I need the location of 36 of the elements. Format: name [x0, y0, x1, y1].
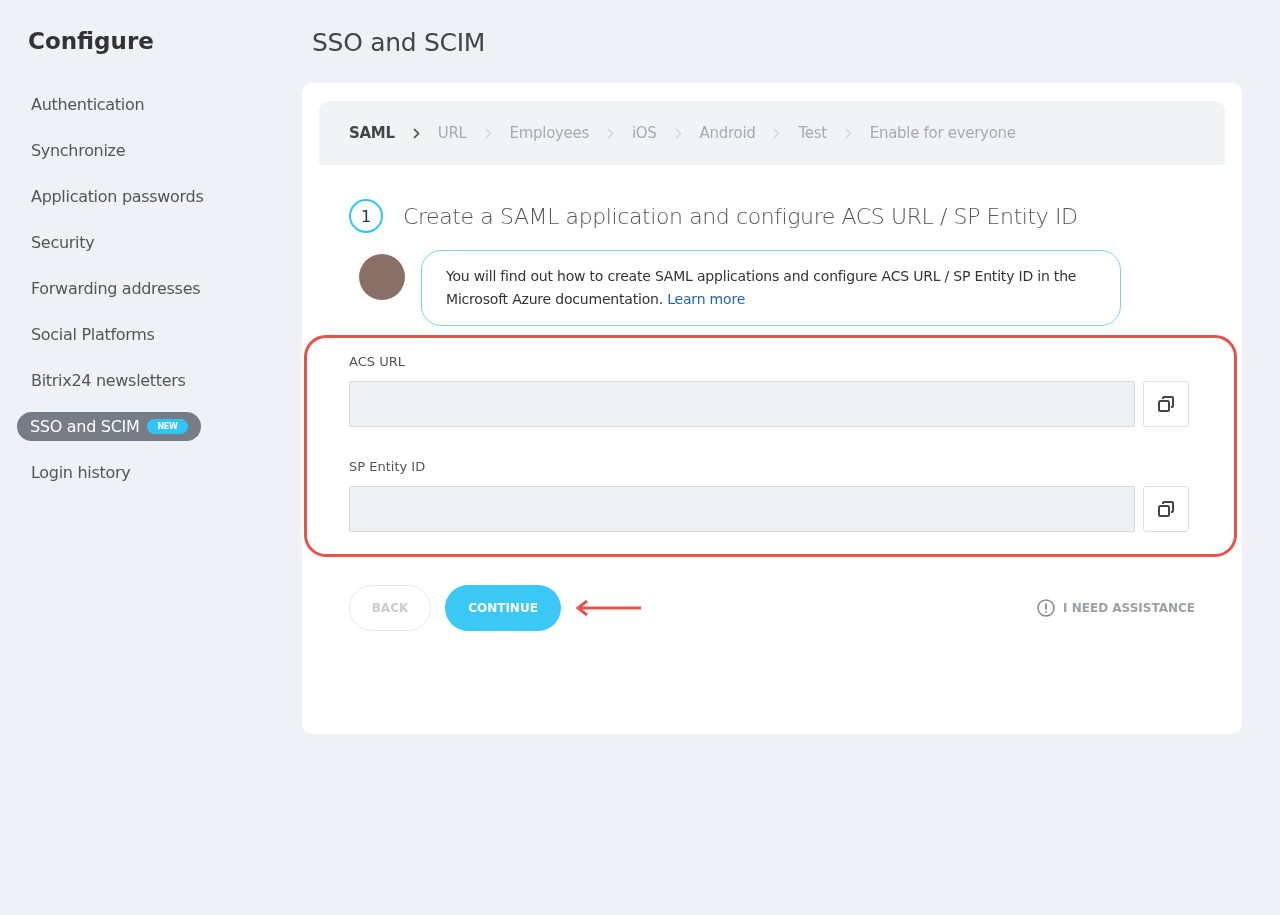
copy-button[interactable] — [1143, 381, 1189, 427]
new-badge: NEW — [147, 419, 188, 434]
step-tab[interactable]: SAML — [349, 124, 395, 142]
assistance-text: I NEED ASSISTANCE — [1063, 601, 1195, 615]
sidebar-item[interactable]: Security — [17, 228, 109, 257]
sidebar-item[interactable]: Synchronize — [17, 136, 140, 165]
chevron-icon — [484, 127, 492, 139]
avatar-placeholder — [359, 254, 405, 300]
item-label: SSO and SCIM — [30, 416, 140, 438]
input-field[interactable] — [349, 381, 1135, 427]
step-title: Create a SAML application and configure ACS URL / SP Entity ID — [403, 203, 1078, 229]
field-label: ACS URL — [349, 354, 406, 369]
chevron-icon — [412, 127, 420, 139]
chevron-icon — [674, 127, 682, 139]
sidebar-item[interactable]: Bitrix24 newsletters — [17, 366, 200, 395]
sidebar-item[interactable]: Forwarding addresses — [17, 274, 215, 303]
step-number: 1 — [349, 199, 383, 233]
copy-button[interactable] — [1143, 486, 1189, 532]
page-title: SSO and SCIM — [312, 28, 486, 57]
arrow-icon — [575, 600, 643, 616]
learn-more-link[interactable]: Learn more — [667, 291, 746, 307]
copy-icon — [1157, 395, 1175, 413]
sidebar-item[interactable]: Social Platforms — [17, 320, 169, 349]
sidebar-title: Configure — [28, 28, 155, 54]
sidebar-item[interactable]: Application passwords — [17, 182, 218, 211]
input-field[interactable] — [349, 486, 1135, 532]
chevron-icon — [844, 127, 852, 139]
field-label: SP Entity ID — [349, 459, 427, 474]
sidebar-item[interactable]: SSO and SCIM NEW — [17, 412, 201, 441]
copy-icon — [1157, 500, 1175, 518]
alert-icon — [1037, 599, 1056, 617]
sidebar-item[interactable]: Login history — [17, 458, 145, 487]
sidebar-item[interactable]: Authentication — [17, 90, 159, 119]
hint-bubble: You will find out how to create SAML applications and configure ACS URL / SP Entity ID in the Microsoft Azure documentation. Learn more — [421, 250, 1121, 326]
chevron-icon — [773, 127, 781, 139]
chevron-icon — [606, 127, 614, 139]
